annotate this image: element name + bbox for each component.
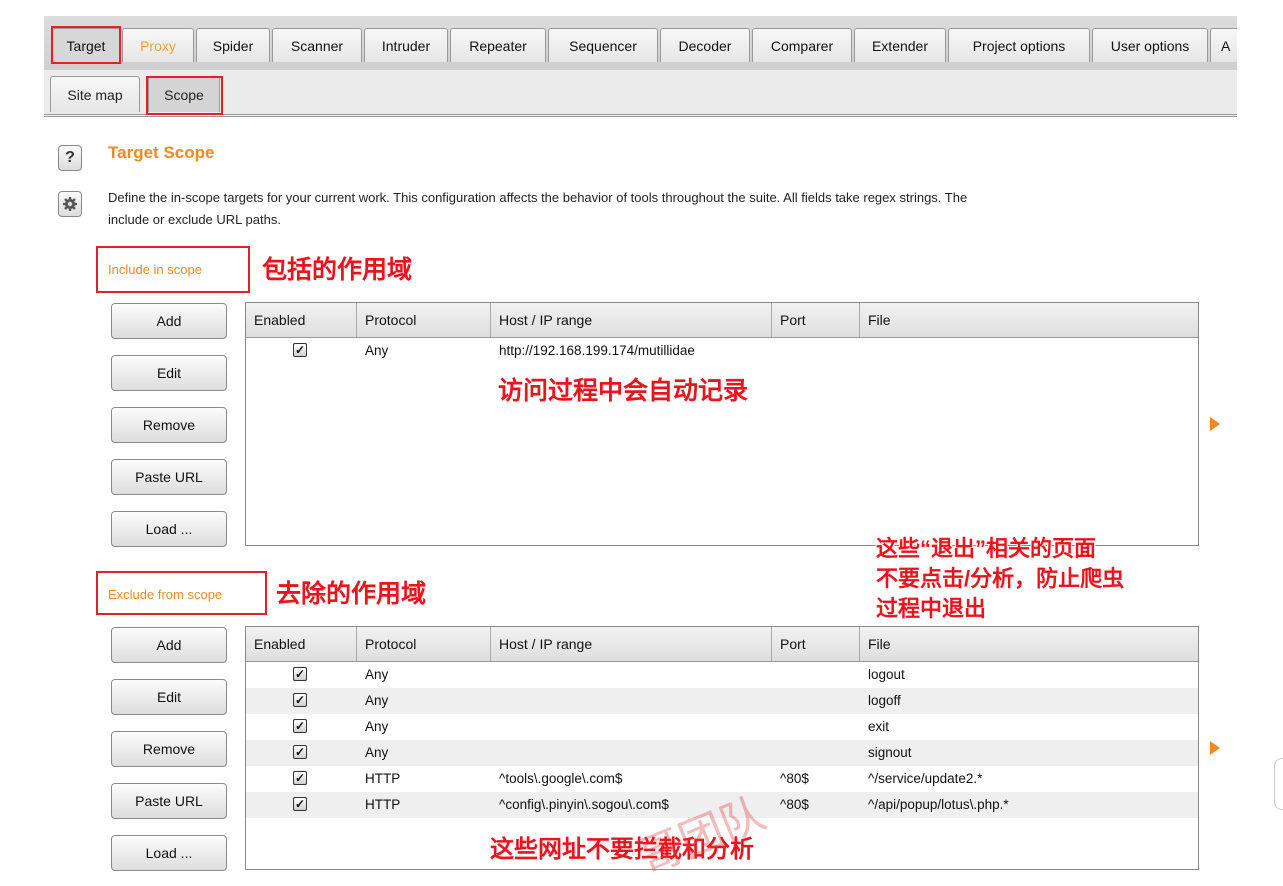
enabled-checkbox[interactable]: ✓ — [293, 797, 307, 811]
include-table: Enabled Protocol Host / IP range Port Fi… — [245, 302, 1199, 546]
row-host — [491, 688, 499, 714]
triangle-right-icon[interactable] — [1210, 417, 1220, 431]
tab-alerts[interactable]: A — [1210, 28, 1237, 62]
tab-intruder[interactable]: Intruder — [364, 28, 448, 62]
row-port — [772, 338, 780, 364]
exclude-note-line-1: 这些“退出”相关的页面 — [876, 536, 1097, 561]
row-file: logout — [868, 667, 905, 682]
include-add-button[interactable]: Add — [111, 303, 227, 339]
row-protocol: HTTP — [365, 771, 401, 786]
col-host[interactable]: Host / IP range — [491, 303, 772, 337]
row-host — [491, 662, 499, 688]
enabled-checkbox[interactable]: ✓ — [293, 719, 307, 733]
col-file[interactable]: File — [860, 303, 1198, 337]
tab-scanner[interactable]: Scanner — [272, 28, 362, 62]
row-protocol: Any — [365, 745, 389, 760]
col-file[interactable]: File — [860, 627, 1198, 661]
row-host — [491, 714, 499, 740]
enabled-checkbox[interactable]: ✓ — [293, 343, 307, 357]
help-icon[interactable]: ? — [58, 145, 82, 171]
exclude-scope-label: Exclude from scope — [108, 587, 223, 602]
col-port[interactable]: Port — [772, 303, 860, 337]
col-protocol[interactable]: Protocol — [357, 627, 491, 661]
tab-target[interactable]: Target — [52, 28, 120, 62]
row-port — [772, 740, 780, 766]
row-protocol: HTTP — [365, 797, 401, 812]
col-enabled[interactable]: Enabled — [246, 627, 357, 661]
row-file: ^/api/popup/lotus\.php.* — [868, 797, 1009, 812]
tab-site-map[interactable]: Site map — [50, 76, 140, 112]
row-port — [772, 714, 780, 740]
enabled-checkbox[interactable]: ✓ — [293, 771, 307, 785]
tab-repeater[interactable]: Repeater — [450, 28, 546, 62]
row-file: ^/service/update2.* — [868, 771, 983, 786]
row-host: ^config\.pinyin\.sogou\.com$ — [499, 797, 669, 812]
description-line-1: Define the in-scope targets for your cur… — [108, 190, 968, 205]
exclude-add-button[interactable]: Add — [111, 627, 227, 663]
burp-window: Target Proxy Spider Scanner Intruder Rep… — [44, 0, 1237, 886]
sub-tab-bar: Site map Scope — [44, 70, 1237, 117]
enabled-checkbox[interactable]: ✓ — [293, 745, 307, 759]
tab-scope[interactable]: Scope — [148, 76, 220, 112]
include-edit-button[interactable]: Edit — [111, 355, 227, 391]
table-row[interactable]: ✓ Any logoff — [246, 688, 1198, 714]
exclude-remove-button[interactable]: Remove — [111, 731, 227, 767]
table-row[interactable]: ✓ Any signout — [246, 740, 1198, 766]
include-table-header: Enabled Protocol Host / IP range Port Fi… — [246, 303, 1198, 338]
exclude-note: 这些“退出”相关的页面 不要点击/分析，防止爬虫 过程中退出 — [876, 534, 1124, 624]
col-protocol[interactable]: Protocol — [357, 303, 491, 337]
exclude-table-header: Enabled Protocol Host / IP range Port Fi… — [246, 627, 1198, 662]
row-host: http://192.168.199.174/mutillidae — [499, 343, 695, 358]
tab-extender[interactable]: Extender — [854, 28, 946, 62]
section-title: Target Scope — [108, 143, 215, 162]
enabled-checkbox[interactable]: ✓ — [293, 667, 307, 681]
triangle-right-icon[interactable] — [1210, 741, 1220, 755]
table-row[interactable]: ✓ Any http://192.168.199.174/mutillidae — [246, 338, 1198, 364]
row-host — [491, 740, 499, 766]
row-protocol: Any — [365, 667, 389, 682]
include-table-annotation: 访问过程中会自动记录 — [498, 377, 749, 405]
table-row[interactable]: ✓ Any exit — [246, 714, 1198, 740]
row-file: signout — [868, 745, 912, 760]
scroll-handle[interactable] — [1274, 758, 1283, 810]
include-annotation: 包括的作用域 — [262, 256, 413, 284]
tab-spider[interactable]: Spider — [196, 28, 270, 62]
gear-icon[interactable] — [58, 191, 82, 217]
include-paste-url-button[interactable]: Paste URL — [111, 459, 227, 495]
include-remove-button[interactable]: Remove — [111, 407, 227, 443]
row-protocol: Any — [365, 693, 389, 708]
row-host: ^tools\.google\.com$ — [499, 771, 623, 786]
description-line-2: include or exclude URL paths. — [108, 212, 281, 227]
exclude-note-line-3: 过程中退出 — [876, 596, 987, 621]
table-row[interactable]: ✓ Any logout — [246, 662, 1198, 688]
tab-project-options[interactable]: Project options — [948, 28, 1090, 62]
exclude-annotation: 去除的作用域 — [276, 580, 427, 608]
col-port[interactable]: Port — [772, 627, 860, 661]
row-protocol: Any — [365, 343, 389, 358]
main-tab-bar: Target Proxy Spider Scanner Intruder Rep… — [44, 16, 1237, 72]
row-port — [772, 662, 780, 688]
include-scope-label: Include in scope — [108, 262, 202, 277]
exclude-edit-button[interactable]: Edit — [111, 679, 227, 715]
row-port — [772, 688, 780, 714]
col-host[interactable]: Host / IP range — [491, 627, 772, 661]
row-file: exit — [868, 719, 890, 734]
row-port: ^80$ — [780, 771, 809, 786]
row-file — [860, 338, 868, 364]
tab-user-options[interactable]: User options — [1092, 28, 1208, 62]
row-port: ^80$ — [780, 797, 809, 812]
row-file: logoff — [868, 693, 901, 708]
tab-sequencer[interactable]: Sequencer — [548, 28, 658, 62]
exclude-paste-url-button[interactable]: Paste URL — [111, 783, 227, 819]
section-description: Define the in-scope targets for your cur… — [108, 187, 1237, 231]
col-enabled[interactable]: Enabled — [246, 303, 357, 337]
tab-comparer[interactable]: Comparer — [752, 28, 852, 62]
enabled-checkbox[interactable]: ✓ — [293, 693, 307, 707]
tab-decoder[interactable]: Decoder — [660, 28, 750, 62]
exclude-note-line-2: 不要点击/分析，防止爬虫 — [876, 566, 1125, 591]
exclude-load-button[interactable]: Load ... — [111, 835, 227, 871]
include-load-button[interactable]: Load ... — [111, 511, 227, 547]
row-protocol: Any — [365, 719, 389, 734]
tab-proxy[interactable]: Proxy — [122, 28, 194, 62]
